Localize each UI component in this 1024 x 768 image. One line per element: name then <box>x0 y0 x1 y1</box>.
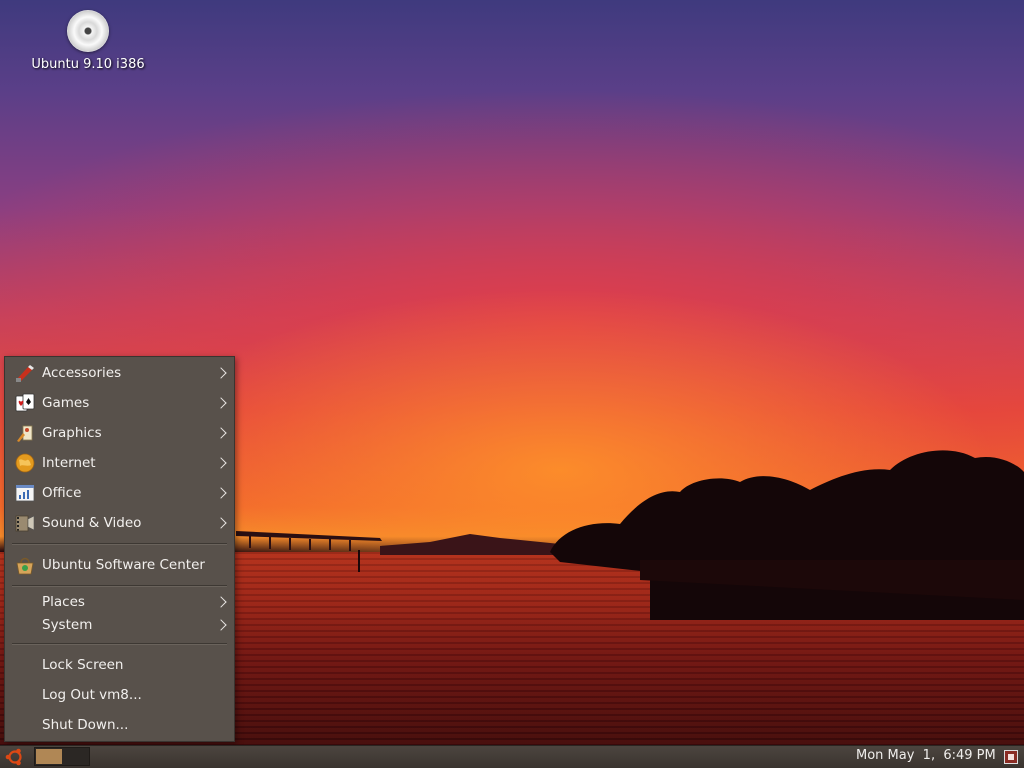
internet-icon <box>15 453 35 473</box>
menu-item-accessories[interactable]: Accessories <box>5 359 234 387</box>
menu-item-label: Internet <box>42 455 96 471</box>
office-icon <box>15 484 35 502</box>
menu-separator <box>12 585 227 587</box>
menu-item-log-out[interactable]: Log Out vm8... <box>5 681 234 709</box>
menu-item-office[interactable]: Office <box>5 479 234 507</box>
submenu-arrow-icon <box>215 457 227 469</box>
panel-clock[interactable]: Mon May 1, 6:49 PM <box>856 748 996 763</box>
menu-separator <box>12 643 227 645</box>
submenu-arrow-icon <box>215 619 227 631</box>
menu-item-label: Places <box>42 594 85 610</box>
workspace-switcher-icon[interactable] <box>34 747 90 766</box>
menu-item-graphics[interactable]: Graphics <box>5 419 234 447</box>
workspace-active[interactable] <box>36 749 62 764</box>
menu-item-label: Accessories <box>42 365 122 381</box>
submenu-arrow-icon <box>215 487 227 499</box>
menu-item-label: Ubuntu Software Center <box>42 557 205 573</box>
submenu-arrow-icon <box>215 596 227 608</box>
submenu-arrow-icon <box>215 427 227 439</box>
menu-item-ubuntu-software-center[interactable]: Ubuntu Software Center <box>5 551 234 579</box>
menu-item-label: Log Out vm8... <box>42 687 142 703</box>
menu-item-lock-screen[interactable]: Lock Screen <box>5 651 234 679</box>
menu-item-sound-video[interactable]: Sound & Video <box>5 509 234 537</box>
submenu-arrow-icon <box>215 367 227 379</box>
cd-disc-icon <box>67 10 109 52</box>
menu-item-places[interactable]: Places <box>5 590 234 614</box>
menu-item-shut-down[interactable]: Shut Down... <box>5 711 234 739</box>
menu-item-system[interactable]: System <box>5 613 234 637</box>
menu-item-label: System <box>42 617 93 633</box>
accessories-icon <box>16 365 34 382</box>
software-center-icon <box>16 557 34 575</box>
bottom-panel: Mon May 1, 6:49 PM <box>0 745 1024 768</box>
applications-menu: Accessories Games Graphics Internet Offi… <box>4 356 235 742</box>
games-icon <box>15 393 35 412</box>
graphics-icon <box>17 425 33 442</box>
menu-item-games[interactable]: Games <box>5 389 234 417</box>
submenu-arrow-icon <box>215 517 227 529</box>
menu-separator <box>12 543 227 545</box>
menu-item-label: Lock Screen <box>42 657 124 673</box>
desktop-icon-ubuntu-cd[interactable]: Ubuntu 9.10 i386 <box>30 10 146 72</box>
logout-icon[interactable] <box>1004 750 1018 764</box>
menu-item-label: Graphics <box>42 425 102 441</box>
ubuntu-logo-icon[interactable] <box>4 747 26 767</box>
menu-item-label: Shut Down... <box>42 717 129 733</box>
desktop-icon-label: Ubuntu 9.10 i386 <box>31 57 145 72</box>
sound-video-icon <box>15 515 35 532</box>
menu-item-label: Office <box>42 485 82 501</box>
menu-item-internet[interactable]: Internet <box>5 449 234 477</box>
menu-item-label: Sound & Video <box>42 515 142 531</box>
menu-item-label: Games <box>42 395 90 411</box>
submenu-arrow-icon <box>215 397 227 409</box>
